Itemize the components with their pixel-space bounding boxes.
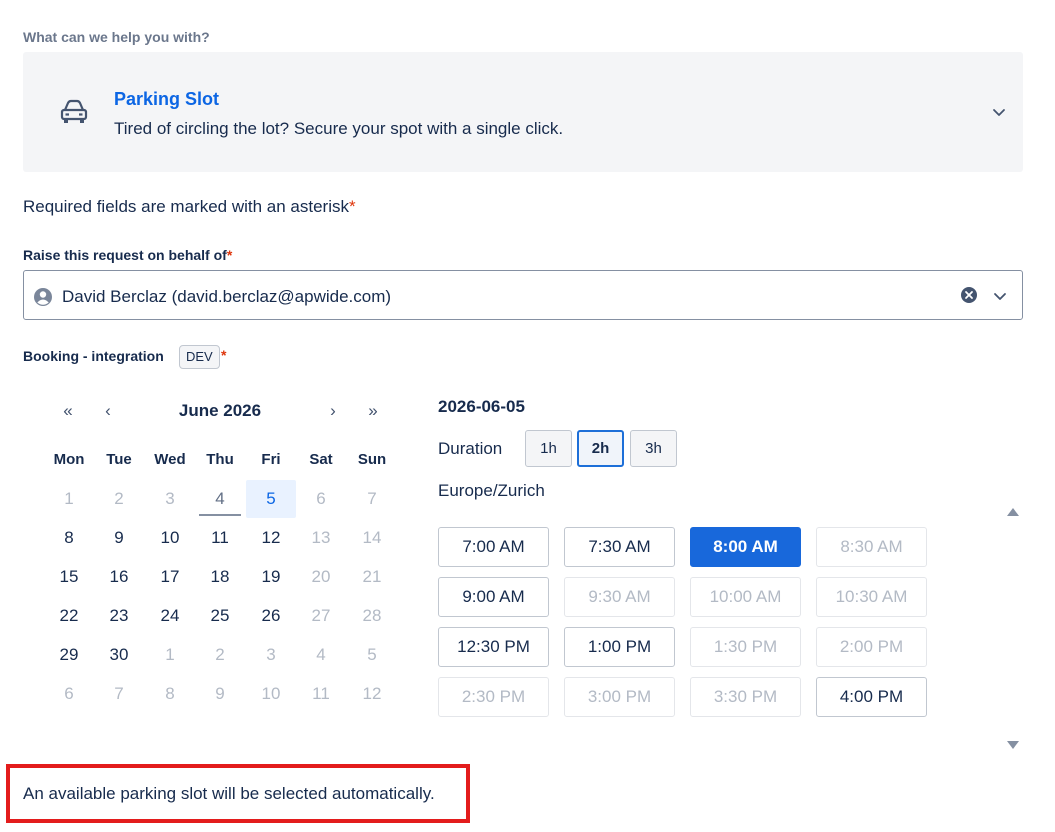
calendar-day: 2 [114,489,124,508]
time-slot-button[interactable]: 9:00 AM [438,577,549,617]
weekday-header: Tue [106,451,132,468]
calendar-day: 3 [165,489,175,508]
time-slot-button[interactable]: 12:30 PM [438,627,549,667]
time-slot-button[interactable]: 8:00 AM [690,527,801,567]
calendar-day[interactable]: 30 [94,636,144,674]
time-slot-button: 1:30 PM [690,627,801,667]
calendar-day: 10 [261,684,281,703]
time-slot-button[interactable]: 4:00 PM [816,677,927,717]
calendar-day: 3 [266,645,276,664]
calendar-month-label: June 2026 [178,401,262,420]
request-type-title: Parking Slot [114,89,220,109]
calendar-day[interactable]: 8 [44,519,94,557]
calendar-day[interactable]: 17 [145,558,195,596]
calendar-day: 5 [367,645,377,664]
help-label: What can we help you with? [23,29,210,45]
calendar-day[interactable]: 18 [195,558,245,596]
time-slot-button: 2:30 PM [438,677,549,717]
scroll-down-arrow[interactable] [1007,741,1019,749]
time-slot-button: 3:00 PM [564,677,675,717]
duration-option-2h[interactable]: 2h [577,430,624,467]
calendar-day[interactable]: 4 [195,480,245,518]
behalf-user-value: David Berclaz (david.berclaz@apwide.com) [62,287,392,306]
calendar-day: 28 [362,606,382,625]
calendar-day[interactable]: 29 [44,636,94,674]
next-month-button[interactable]: › [321,400,345,422]
calendar-day[interactable]: 10 [145,519,195,557]
time-slot-button[interactable]: 1:00 PM [564,627,675,667]
calendar-day: 2 [215,645,225,664]
weekday-header: Wed [154,451,186,468]
time-slot-button: 8:30 AM [816,527,927,567]
calendar-day: 4 [316,645,326,664]
prev-year-button[interactable]: « [56,400,80,422]
time-slot-button: 2:00 PM [816,627,927,667]
duration-option-1h[interactable]: 1h [525,430,572,467]
time-slot-button: 10:30 AM [816,577,927,617]
calendar-day: 20 [311,567,331,586]
duration-option-3h[interactable]: 3h [630,430,677,467]
scroll-up-arrow[interactable] [1007,508,1019,516]
request-type-description: Tired of circling the lot? Secure your s… [114,119,564,138]
required-note-text: Required fields are marked with an aster… [23,197,349,216]
calendar-day: 27 [311,606,331,625]
next-year-button[interactable]: » [361,400,385,422]
calendar-day[interactable]: 12 [246,519,296,557]
user-avatar-icon [34,288,52,306]
calendar-day: 6 [316,489,326,508]
calendar-day: 21 [362,567,382,586]
behalf-label: Raise this request on behalf of* [23,247,232,263]
required-asterisk: * [221,347,227,363]
chevron-down-icon[interactable] [991,104,1007,120]
prev-month-button[interactable]: ‹ [96,400,120,422]
weekday-header: Thu [206,451,234,468]
calendar-day: 14 [362,528,382,547]
weekday-header: Sun [357,451,387,468]
request-type-select[interactable]: Parking Slot Tired of circling the lot? … [23,52,1023,172]
calendar-day: 9 [215,684,225,703]
behalf-user-select[interactable]: David Berclaz (david.berclaz@apwide.com) [23,270,1023,320]
time-slot-button[interactable]: 7:00 AM [438,527,549,567]
weekday-header: Sat [309,451,333,468]
behalf-label-text: Raise this request on behalf of [23,247,227,263]
calendar-day[interactable]: 11 [195,519,245,557]
required-fields-note: Required fields are marked with an aster… [23,197,356,217]
chevron-down-icon[interactable] [992,288,1008,304]
calendar-day: 8 [165,684,175,703]
environment-badge: DEV [179,345,220,369]
calendar-day[interactable]: 15 [44,558,94,596]
calendar-day[interactable]: 5 [246,480,296,518]
calendar-day: 7 [114,684,124,703]
auto-selection-note: An available parking slot will be select… [23,784,435,803]
calendar-day: 13 [311,528,331,547]
calendar-day[interactable]: 22 [44,597,94,635]
required-asterisk: * [348,197,356,216]
calendar-day[interactable]: 25 [195,597,245,635]
calendar-day[interactable]: 9 [94,519,144,557]
timezone-label: Europe/Zurich [438,481,545,500]
time-slot-button[interactable]: 7:30 AM [564,527,675,567]
calendar-day: 6 [64,684,74,703]
calendar-day: 12 [362,684,382,703]
calendar-day[interactable]: 26 [246,597,296,635]
required-asterisk: * [226,247,233,263]
calendar-day[interactable]: 23 [94,597,144,635]
weekday-header: Mon [53,451,85,468]
clear-icon[interactable] [960,286,978,304]
calendar-day[interactable]: 16 [94,558,144,596]
weekday-header: Fri [261,451,281,468]
calendar-day: 11 [312,684,330,703]
time-slot-button: 3:30 PM [690,677,801,717]
selected-date: 2026-06-05 [438,397,525,416]
booking-label: Booking - integration [23,348,164,364]
calendar-day[interactable]: 19 [246,558,296,596]
duration-label: Duration [438,439,503,458]
time-slot-button: 10:00 AM [690,577,801,617]
time-slot-button: 9:30 AM [564,577,675,617]
calendar-day: 1 [165,645,175,664]
calendar-day: 1 [64,489,74,508]
car-icon [60,99,88,123]
calendar-day: 7 [367,489,377,508]
calendar-day[interactable]: 24 [145,597,195,635]
